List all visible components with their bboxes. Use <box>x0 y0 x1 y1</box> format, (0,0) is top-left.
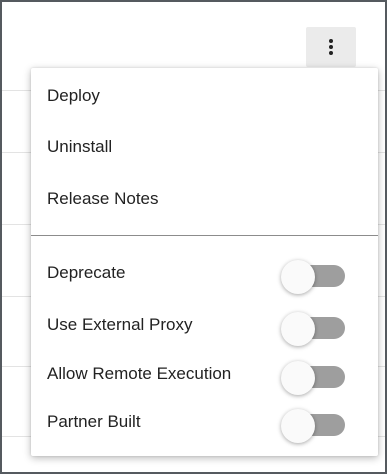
toggle-row-use-external-proxy: Use External Proxy <box>31 300 378 350</box>
app-frame: Deploy Uninstall Release Notes Deprecate… <box>0 0 387 474</box>
more-options-button[interactable] <box>306 27 356 67</box>
deprecate-switch[interactable] <box>281 258 347 294</box>
more-vert-icon <box>329 39 333 55</box>
actions-menu: Deploy Uninstall Release Notes Deprecate… <box>31 68 378 456</box>
menu-item-uninstall[interactable]: Uninstall <box>31 122 378 172</box>
switch-thumb <box>281 260 315 294</box>
menu-item-label: Release Notes <box>47 189 159 208</box>
use-external-proxy-switch[interactable] <box>281 310 347 346</box>
switch-thumb <box>281 312 315 346</box>
switch-thumb <box>281 409 315 443</box>
menu-item-label: Uninstall <box>47 137 113 156</box>
allow-remote-execution-switch[interactable] <box>281 359 347 395</box>
switch-thumb <box>281 361 315 395</box>
toggle-row-allow-remote-execution: Allow Remote Execution <box>31 349 378 399</box>
toggle-label: Allow Remote Execution <box>47 364 232 383</box>
toggle-label: Use External Proxy <box>47 315 193 334</box>
toggle-row-partner-built: Partner Built <box>31 397 378 447</box>
partner-built-switch[interactable] <box>281 407 347 443</box>
menu-item-deploy[interactable]: Deploy <box>31 71 378 121</box>
menu-divider <box>31 235 378 236</box>
toggle-label: Partner Built <box>47 412 141 431</box>
toggle-label: Deprecate <box>47 263 126 282</box>
menu-item-release-notes[interactable]: Release Notes <box>31 174 378 224</box>
toggle-row-deprecate: Deprecate <box>31 248 378 298</box>
menu-item-label: Deploy <box>47 86 100 105</box>
